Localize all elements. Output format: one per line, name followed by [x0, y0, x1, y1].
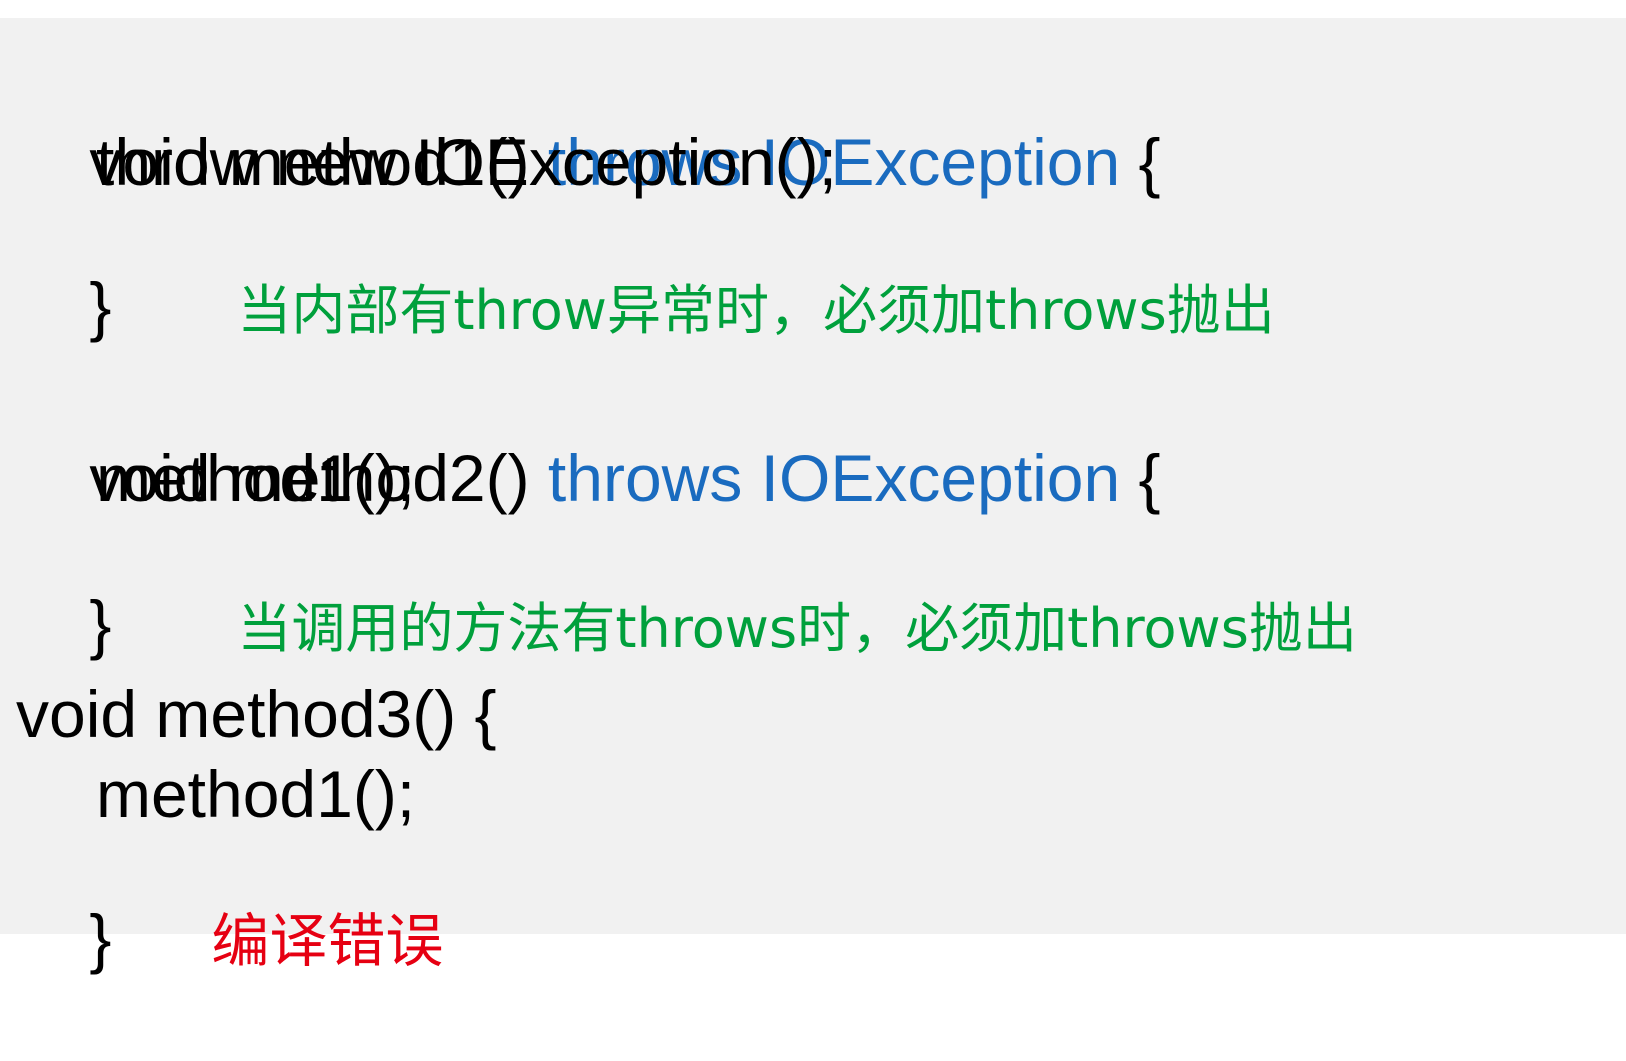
method1-signature: void method1() throws IOException {: [16, 42, 1160, 199]
method3-signature: void method3() {: [16, 677, 497, 751]
code-slide: void method1() throws IOException { thro…: [0, 18, 1626, 975]
compile-error-label: 编译错误: [211, 907, 444, 975]
method2-note: 当调用的方法有throws时，必须加throws抛出: [237, 597, 1357, 660]
method1-close-brace: }: [89, 269, 112, 343]
method2-close-brace: }: [89, 587, 112, 661]
method1-note: 当内部有throw异常时，必须加throws抛出: [237, 279, 1275, 342]
method2-signature: void method2() throws IOException {: [16, 358, 1160, 515]
method3-close-line: } 编译错误: [16, 818, 443, 975]
method3-close-brace: }: [89, 901, 112, 975]
method1-close-line: } 当内部有throw异常时，必须加throws抛出: [16, 186, 1274, 343]
method2-close-line: } 当调用的方法有throws时，必须加throws抛出: [16, 504, 1357, 661]
